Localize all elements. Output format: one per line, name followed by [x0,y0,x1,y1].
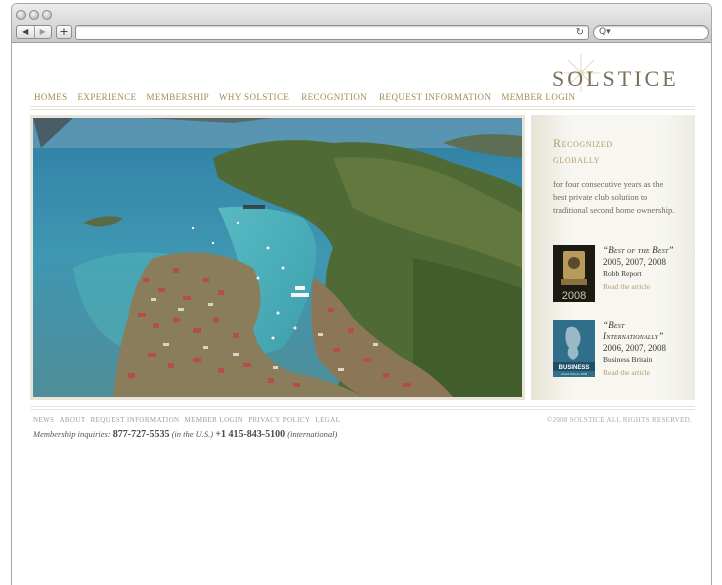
phone-international-note: (international) [287,429,338,439]
award-quote: “Best [603,320,625,330]
sidebar-description: for four consecutive years as the best p… [553,179,675,215]
nav-membership[interactable]: MEMBERSHIP [147,92,210,102]
web-page: SOLSTICE HOMES EXPERIENCE MEMBERSHIP WHY… [12,44,711,585]
zoom-window-button[interactable] [42,10,52,20]
search-icon: Q▾ [599,27,611,37]
browser-window: ◀ ▶ + ↻ Q▾ SOLSTICE HOMES EXPERIENCE MEM… [11,3,712,585]
read-article-link[interactable]: Read the article [603,366,697,380]
search-field[interactable]: Q▾ [593,25,709,40]
forward-icon[interactable]: ▶ [33,26,52,38]
recognition-sidebar: Recognized globally for four consecutive… [531,115,695,400]
award-badge-title: BUSINESS [559,365,590,371]
membership-inquiries: Membership inquiries: 877-727-5535 (in t… [33,429,337,440]
phone-us[interactable]: 877-727-5535 [113,429,170,440]
award-quote: “Best of the Best” [603,245,674,255]
copyright-notice: ©2008 SOLSTICE ALL RIGHTS RESERVED. [546,416,692,424]
footer-link-privacy-policy[interactable]: PRIVACY POLICY [248,416,310,424]
footer-link-member-login[interactable]: MEMBER LOGIN [185,416,244,424]
reload-icon[interactable]: ↻ [576,26,584,39]
footer-link-about[interactable]: ABOUT [59,416,85,424]
back-icon[interactable]: ◀ [17,26,34,38]
footer-nav: NEWS ABOUT REQUEST INFORMATION MEMBER LO… [33,416,345,424]
solstice-logo[interactable]: SOLSTICE [552,66,679,92]
award-badge-subtitle: Award Winner 2008 [561,372,588,376]
phone-international[interactable]: +1 415-843-5100 [215,429,285,440]
award-source: Business Britain [603,355,653,364]
award-years: 2006, 2007, 2008 [603,343,666,353]
aerial-harbor-photo [33,118,522,397]
footer-link-legal[interactable]: LEGAL [315,416,340,424]
main-nav: HOMES EXPERIENCE MEMBERSHIP WHY SOLSTICE… [34,92,585,102]
history-nav: ◀ ▶ [16,25,52,39]
address-bar[interactable]: ↻ [75,25,589,40]
nav-member-login[interactable]: MEMBER LOGIN [501,92,575,102]
nav-why-solstice[interactable]: WHY SOLSTICE [219,92,289,102]
minimize-window-button[interactable] [29,10,39,20]
read-article-link[interactable]: Read the article [603,280,697,294]
footer-divider-secondary [30,409,695,410]
close-window-button[interactable] [16,10,26,20]
award-badge-year: 2008 [562,290,586,302]
footer-divider [30,406,695,407]
phone-us-note: (in the U.S.) [171,429,214,439]
hero-photo-frame [30,115,525,400]
sidebar-title-line2: globally [553,152,601,166]
award-business-britain: BUSINESS Award Winner 2008 “Best Interna… [553,320,693,380]
business-britain-award-icon: BUSINESS Award Winner 2008 [553,320,595,377]
robb-report-award-icon: 2008 [553,245,595,302]
footer-link-request-information[interactable]: REQUEST INFORMATION [91,416,180,424]
award-quote-line2: Internationally” [603,331,664,341]
footer-link-news[interactable]: NEWS [33,416,54,424]
nav-divider [30,106,695,107]
award-source: Robb Report [603,269,642,278]
sidebar-title-line1: Recognized [553,136,613,150]
inquiry-label: Membership inquiries: [33,429,111,439]
award-robb-report: 2008 “Best of the Best” 2005, 2007, 2008… [553,245,693,305]
award-robb-report-text: “Best of the Best” 2005, 2007, 2008 Robb… [603,245,697,294]
nav-recognition[interactable]: RECOGNITION [301,92,367,102]
harbor-illustration [33,118,522,397]
nav-homes[interactable]: HOMES [34,92,68,102]
nav-divider-secondary [30,109,695,110]
browser-toolbar: ◀ ▶ + ↻ Q▾ [12,4,711,43]
add-bookmark-button[interactable]: + [56,25,72,39]
nav-request-information[interactable]: REQUEST INFORMATION [379,92,491,102]
award-business-britain-text: “Best Internationally” 2006, 2007, 2008 … [603,320,697,380]
sidebar-title: Recognized globally [553,135,683,167]
nav-experience[interactable]: EXPERIENCE [78,92,137,102]
award-years: 2005, 2007, 2008 [603,257,666,267]
